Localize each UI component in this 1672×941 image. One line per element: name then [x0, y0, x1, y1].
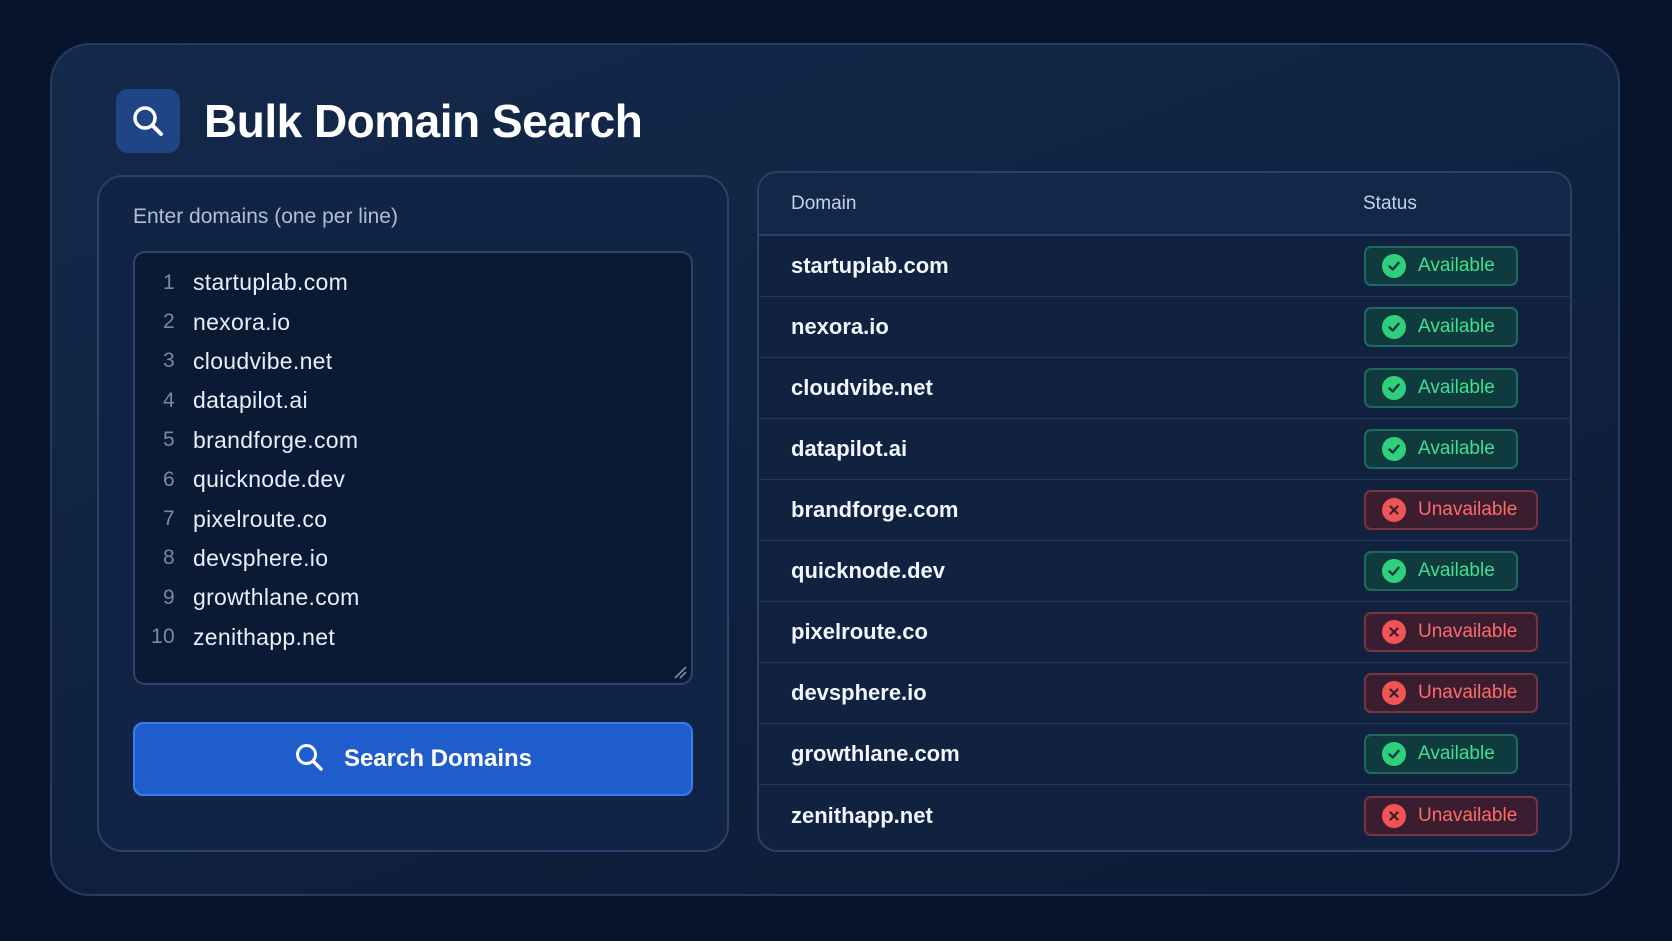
- table-row: devsphere.io Unavailable: [759, 663, 1570, 724]
- status-badge: Available: [1364, 429, 1518, 469]
- domains-input-label: Enter domains (one per line): [133, 205, 398, 228]
- search-domains-button[interactable]: Search Domains: [133, 722, 693, 796]
- textarea-line: 8 devsphere.io: [135, 539, 691, 578]
- textarea-line: 6 quicknode.dev: [135, 460, 691, 499]
- row-domain: startuplab.com: [791, 253, 949, 278]
- row-domain: nexora.io: [791, 314, 889, 339]
- line-text: datapilot.ai: [193, 387, 308, 414]
- check-circle-icon: [1382, 376, 1406, 400]
- x-circle-icon: [1382, 498, 1406, 522]
- row-domain: datapilot.ai: [791, 436, 908, 461]
- table-row: nexora.io Available: [759, 297, 1570, 358]
- resize-handle-icon[interactable]: [673, 665, 687, 679]
- status-label: Available: [1418, 377, 1495, 398]
- table-row: zenithapp.net Unavailable: [759, 785, 1570, 846]
- line-number: 2: [163, 310, 175, 334]
- search-icon: [116, 89, 180, 153]
- status-label: Available: [1418, 743, 1495, 764]
- status-label: Unavailable: [1418, 621, 1518, 642]
- check-circle-icon: [1382, 437, 1406, 461]
- search-icon: [294, 742, 324, 777]
- table-row: datapilot.ai Available: [759, 419, 1570, 480]
- textarea-line: 10 zenithapp.net: [135, 618, 691, 657]
- line-text: growthlane.com: [193, 584, 360, 611]
- app-window: Bulk Domain Search Enter domains (one pe…: [50, 43, 1620, 896]
- status-label: Available: [1418, 560, 1495, 581]
- line-text: zenithapp.net: [193, 623, 336, 650]
- status-label: Available: [1418, 255, 1495, 276]
- results-table: Domain Status startuplab.com Available n…: [757, 171, 1572, 852]
- status-badge: Unavailable: [1364, 795, 1538, 836]
- status-label: Unavailable: [1418, 804, 1518, 826]
- row-domain: quicknode.dev: [791, 558, 946, 583]
- status-badge: Available: [1364, 246, 1518, 286]
- line-number: 9: [163, 585, 175, 609]
- table-row: startuplab.com Available: [759, 236, 1570, 297]
- textarea-line: 2 nexora.io: [135, 302, 691, 341]
- line-number: 8: [163, 546, 175, 570]
- row-domain: growthlane.com: [791, 741, 960, 766]
- check-circle-icon: [1382, 315, 1406, 339]
- table-row: quicknode.dev Available: [759, 541, 1570, 602]
- column-header-status: Status: [1363, 192, 1417, 214]
- textarea-line: 5 brandforge.com: [135, 421, 691, 460]
- x-circle-icon: [1382, 803, 1406, 828]
- textarea-line: 4 datapilot.ai: [135, 381, 691, 420]
- status-badge: Available: [1364, 368, 1518, 408]
- table-row: pixelroute.co Unavailable: [759, 602, 1570, 663]
- table-header: Domain Status: [759, 173, 1570, 236]
- domain-input-panel: Enter domains (one per line) 1 startupla…: [97, 175, 729, 852]
- status-label: Available: [1418, 438, 1495, 459]
- check-circle-icon: [1382, 742, 1406, 766]
- status-label: Available: [1418, 316, 1495, 337]
- line-number: 7: [163, 507, 175, 531]
- line-text: devsphere.io: [193, 544, 329, 571]
- line-number: 10: [151, 625, 175, 649]
- row-domain: devsphere.io: [791, 680, 927, 705]
- search-button-label: Search Domains: [343, 745, 533, 772]
- row-domain: brandforge.com: [791, 497, 959, 522]
- row-domain: pixelroute.co: [791, 619, 928, 644]
- textarea-line: 3 cloudvibe.net: [135, 342, 691, 381]
- status-badge: Unavailable: [1364, 612, 1538, 652]
- table-row: brandforge.com Unavailable: [759, 480, 1570, 541]
- line-text: pixelroute.co: [193, 505, 328, 532]
- status-badge: Unavailable: [1364, 673, 1538, 713]
- line-number: 5: [163, 428, 175, 452]
- page-header: Bulk Domain Search: [116, 88, 643, 154]
- domains-textarea[interactable]: 1 startuplab.com 2 nexora.io 3 cloudvibe…: [133, 251, 693, 685]
- line-number: 3: [163, 349, 175, 373]
- check-circle-icon: [1382, 254, 1406, 278]
- line-text: cloudvibe.net: [193, 347, 333, 374]
- check-circle-icon: [1382, 559, 1406, 583]
- status-badge: Available: [1364, 551, 1518, 591]
- column-header-domain: Domain: [791, 192, 857, 214]
- line-number: 4: [163, 388, 175, 412]
- line-number: 1: [163, 270, 175, 294]
- line-number: 6: [163, 467, 175, 491]
- status-label: Unavailable: [1418, 499, 1518, 520]
- line-text: brandforge.com: [193, 426, 359, 453]
- textarea-line: 1 startuplab.com: [135, 263, 691, 302]
- line-text: startuplab.com: [193, 269, 349, 296]
- table-row: cloudvibe.net Available: [759, 358, 1570, 419]
- row-domain: cloudvibe.net: [791, 375, 933, 400]
- row-domain: zenithapp.net: [791, 802, 933, 828]
- status-badge: Available: [1364, 307, 1518, 347]
- status-label: Unavailable: [1418, 682, 1518, 703]
- status-badge: Unavailable: [1364, 490, 1538, 530]
- status-badge: Available: [1364, 734, 1518, 774]
- x-circle-icon: [1382, 620, 1406, 644]
- textarea-line: 7 pixelroute.co: [135, 499, 691, 538]
- line-text: nexora.io: [193, 308, 291, 335]
- textarea-line: 9 growthlane.com: [135, 578, 691, 617]
- page-title: Bulk Domain Search: [204, 95, 643, 147]
- table-row: growthlane.com Available: [759, 724, 1570, 785]
- x-circle-icon: [1382, 681, 1406, 705]
- line-text: quicknode.dev: [193, 466, 346, 493]
